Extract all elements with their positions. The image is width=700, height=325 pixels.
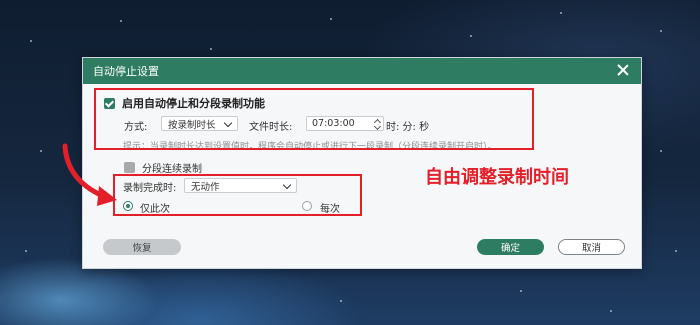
dialog-titlebar: 自动停止设置	[83, 58, 641, 84]
restore-button-label: 恢复	[132, 243, 152, 254]
red-arrow-icon	[62, 143, 117, 206]
mode-label: 方式:	[124, 122, 148, 133]
complete-action-value: 无动作	[191, 181, 220, 193]
file-duration-input[interactable]: 07:03:00	[306, 116, 384, 131]
time-unit-label: 时: 分: 秒	[386, 122, 430, 133]
mode-select-value: 按录制时长	[168, 119, 216, 131]
segment-row[interactable]: 分段连续录制	[124, 160, 202, 175]
annotation-text: 自由调整录制时间	[425, 167, 569, 188]
ok-button-label: 确定	[500, 243, 520, 254]
complete-action-select[interactable]: 无动作	[184, 178, 297, 193]
chevron-down-icon	[282, 180, 292, 190]
enable-checkbox[interactable]	[104, 97, 115, 109]
ok-button[interactable]: 确定	[477, 239, 544, 255]
complete-label: 录制完成时:	[123, 183, 177, 194]
segment-label: 分段连续录制	[142, 164, 202, 175]
enable-row[interactable]: 启用自动停止和分段录制功能	[104, 95, 265, 111]
cancel-button[interactable]: 取消	[558, 239, 625, 255]
segment-checkbox[interactable]	[124, 162, 135, 173]
enable-label: 启用自动停止和分段录制功能	[122, 97, 265, 110]
close-icon[interactable]	[615, 62, 631, 78]
file-duration-label: 文件时长:	[249, 122, 293, 133]
cancel-button-label: 取消	[581, 243, 601, 254]
radio-once-label: 仅此次	[140, 204, 170, 215]
restore-button[interactable]: 恢复	[103, 239, 181, 255]
radio-each-label: 每次	[320, 204, 340, 215]
chevron-down-icon	[223, 118, 233, 128]
radio-each[interactable]	[302, 201, 312, 211]
file-duration-value: 07:03:00	[312, 118, 355, 129]
spin-down-icon[interactable]	[373, 122, 382, 131]
dialog-title: 自动停止设置	[93, 65, 159, 78]
mode-select[interactable]: 按录制时长	[161, 116, 238, 131]
hint-text: 提示：当录制时长达到设置值时，程序会自动停止或进行下一段录制（分段连续录制开启时…	[123, 142, 497, 152]
